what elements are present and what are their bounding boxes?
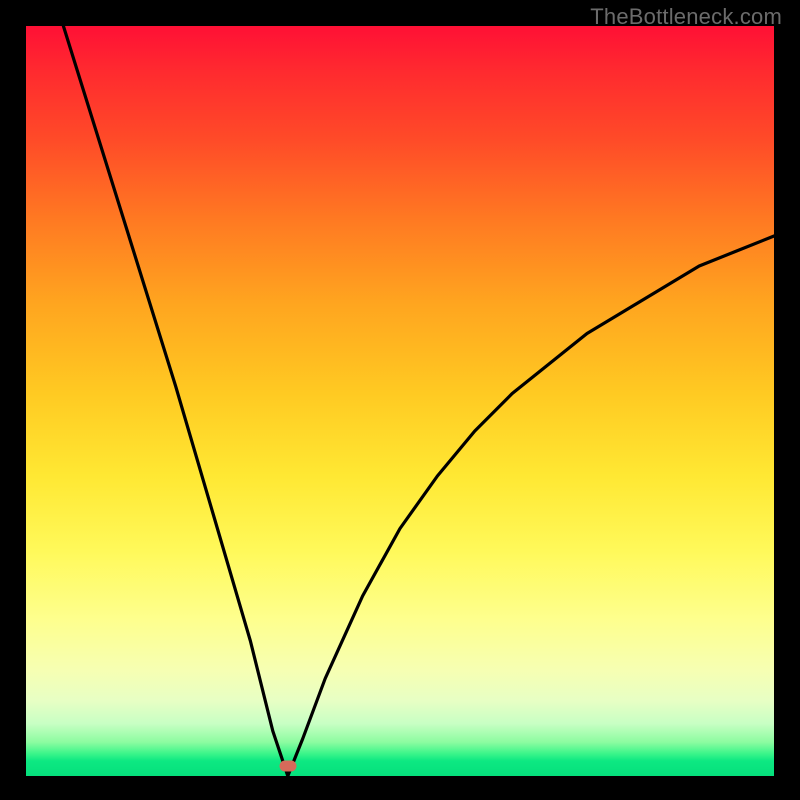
plot-area [26, 26, 774, 776]
bottleneck-curve [26, 26, 774, 776]
chart-frame: TheBottleneck.com [0, 0, 800, 800]
vertex-marker [280, 761, 297, 772]
watermark-text: TheBottleneck.com [590, 4, 782, 30]
